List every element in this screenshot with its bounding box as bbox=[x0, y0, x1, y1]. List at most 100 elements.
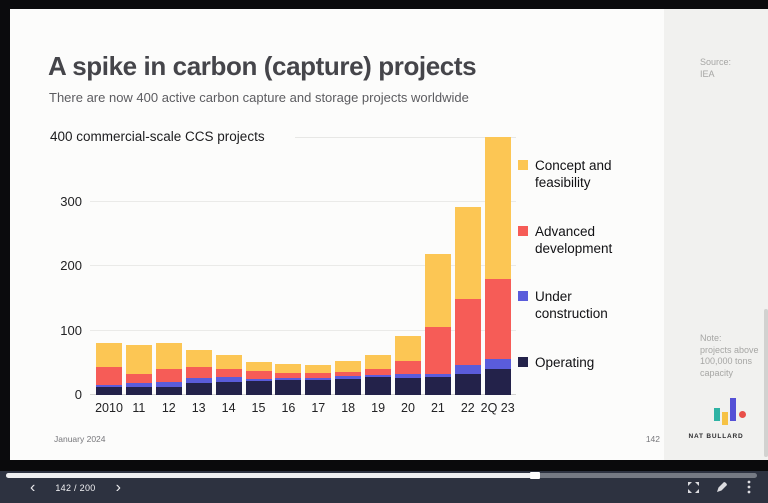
note-line: capacity bbox=[700, 368, 733, 378]
bar-segment-advanced-development bbox=[216, 369, 242, 377]
bar-segment-operating bbox=[246, 381, 272, 395]
bar-segment-under-construction bbox=[365, 375, 391, 377]
legend-swatch-icon bbox=[518, 357, 528, 367]
x-tick-label: 2Q 23 bbox=[476, 401, 520, 415]
source-label: Source: bbox=[700, 57, 731, 67]
slide-date: January 2024 bbox=[54, 434, 106, 444]
bar-segment-concept-and-feasibility bbox=[246, 362, 272, 371]
scrollbar-thumb[interactable] bbox=[530, 472, 540, 479]
bar-segment-advanced-development bbox=[365, 369, 391, 375]
bar-segment-under-construction bbox=[156, 382, 182, 387]
toolbar-right-icons bbox=[684, 478, 758, 496]
bar-20 bbox=[395, 137, 421, 395]
bar-segment-under-construction bbox=[186, 378, 212, 383]
legend-item: Advanced development bbox=[518, 223, 654, 289]
note-line: Note: bbox=[700, 333, 722, 343]
legend-item: Operating bbox=[518, 354, 654, 420]
pdf-viewer: A spike in carbon (capture) projects The… bbox=[0, 0, 768, 503]
bar-15 bbox=[246, 137, 272, 395]
bar-segment-concept-and-feasibility bbox=[365, 355, 391, 369]
y-tick-label: 0 bbox=[38, 387, 82, 402]
page-navigation: ‹ 142 / 200 › bbox=[26, 480, 125, 496]
bar-segment-operating bbox=[275, 380, 301, 395]
bar-22 bbox=[455, 137, 481, 395]
legend-swatch-icon bbox=[518, 291, 528, 301]
bar-12 bbox=[156, 137, 182, 395]
bar-segment-advanced-development bbox=[485, 279, 511, 359]
slide-content: A spike in carbon (capture) projects The… bbox=[10, 9, 664, 460]
bar-segment-advanced-development bbox=[96, 367, 122, 384]
note-line: projects above bbox=[700, 345, 759, 355]
legend-label: Operating bbox=[535, 354, 640, 371]
page-indicator: 142 / 200 bbox=[55, 483, 95, 493]
bar-segment-concept-and-feasibility bbox=[485, 137, 511, 279]
logo-teal-bar bbox=[714, 408, 720, 421]
next-page-button[interactable]: › bbox=[112, 481, 125, 495]
bar-segment-advanced-development bbox=[156, 369, 182, 383]
plot-area: 010020030020101112131415161718192021222Q… bbox=[10, 137, 516, 395]
bar-segment-concept-and-feasibility bbox=[216, 355, 242, 369]
viewer-toolbar: ‹ 142 / 200 › bbox=[0, 471, 768, 503]
bar-segment-concept-and-feasibility bbox=[156, 343, 182, 368]
bar-segment-concept-and-feasibility bbox=[425, 254, 451, 328]
bar-segment-under-construction bbox=[96, 385, 122, 388]
bar-segment-advanced-development bbox=[275, 373, 301, 378]
bar-segment-advanced-development bbox=[335, 372, 361, 376]
bar-13 bbox=[186, 137, 212, 395]
fit-to-screen-icon[interactable] bbox=[684, 478, 702, 496]
bar-segment-under-construction bbox=[275, 378, 301, 380]
note-line: 100,000 tons bbox=[700, 356, 752, 366]
y-tick-label: 300 bbox=[38, 194, 82, 209]
bar-segment-advanced-development bbox=[126, 374, 152, 383]
bar-segment-operating bbox=[485, 369, 511, 395]
more-options-icon[interactable] bbox=[740, 478, 758, 496]
bar-segment-under-construction bbox=[395, 374, 421, 377]
annotate-pen-icon[interactable] bbox=[712, 478, 730, 496]
bar-2q-23 bbox=[485, 137, 511, 395]
bar-segment-operating bbox=[186, 383, 212, 395]
bar-segment-concept-and-feasibility bbox=[395, 336, 421, 361]
bar-segment-concept-and-feasibility bbox=[275, 364, 301, 373]
bar-segment-operating bbox=[156, 387, 182, 395]
gridline-300 bbox=[90, 201, 516, 202]
bar-segment-under-construction bbox=[126, 383, 152, 387]
nat-bullard-logo-icon bbox=[714, 396, 746, 428]
slide-title: A spike in carbon (capture) projects bbox=[48, 51, 476, 82]
bar-17 bbox=[305, 137, 331, 395]
slide-page: A spike in carbon (capture) projects The… bbox=[10, 9, 768, 460]
bar-segment-operating bbox=[335, 379, 361, 395]
bar-segment-under-construction bbox=[485, 359, 511, 369]
bar-segment-under-construction bbox=[305, 378, 331, 380]
bar-segment-operating bbox=[455, 374, 481, 395]
previous-page-button[interactable]: ‹ bbox=[26, 481, 39, 495]
bar-segment-operating bbox=[305, 380, 331, 395]
legend-label: Concept and feasibility bbox=[535, 157, 640, 191]
bar-segment-under-construction bbox=[455, 365, 481, 374]
bar-11 bbox=[126, 137, 152, 395]
horizontal-scrollbar[interactable] bbox=[6, 473, 757, 478]
bar-segment-concept-and-feasibility bbox=[305, 365, 331, 373]
slide-side-panel: Source: IEA Note: projects above 100,000… bbox=[664, 9, 768, 460]
scrollbar-filled bbox=[6, 473, 535, 478]
bar-segment-operating bbox=[96, 387, 122, 395]
bar-segment-under-construction bbox=[246, 379, 272, 382]
bar-segment-operating bbox=[216, 382, 242, 395]
legend-label: Under construction bbox=[535, 288, 640, 322]
bar-segment-advanced-development bbox=[186, 367, 212, 378]
bar-segment-concept-and-feasibility bbox=[186, 350, 212, 367]
bar-segment-under-construction bbox=[335, 376, 361, 379]
logo-indigo-bar bbox=[730, 398, 736, 421]
bar-16 bbox=[275, 137, 301, 395]
gridline-0 bbox=[90, 394, 516, 395]
chart-legend: Concept and feasibility Advanced developm… bbox=[518, 157, 654, 419]
logo-yellow-bar bbox=[722, 412, 728, 425]
bar-14 bbox=[216, 137, 242, 395]
bar-segment-advanced-development bbox=[455, 299, 481, 365]
bar-segment-concept-and-feasibility bbox=[455, 207, 481, 299]
bar-segment-under-construction bbox=[425, 374, 451, 377]
vertical-scrollbar[interactable] bbox=[764, 309, 768, 457]
bar-segment-advanced-development bbox=[305, 373, 331, 378]
gridline-100 bbox=[90, 330, 516, 331]
bar-21 bbox=[425, 137, 451, 395]
legend-label: Advanced development bbox=[535, 223, 640, 257]
